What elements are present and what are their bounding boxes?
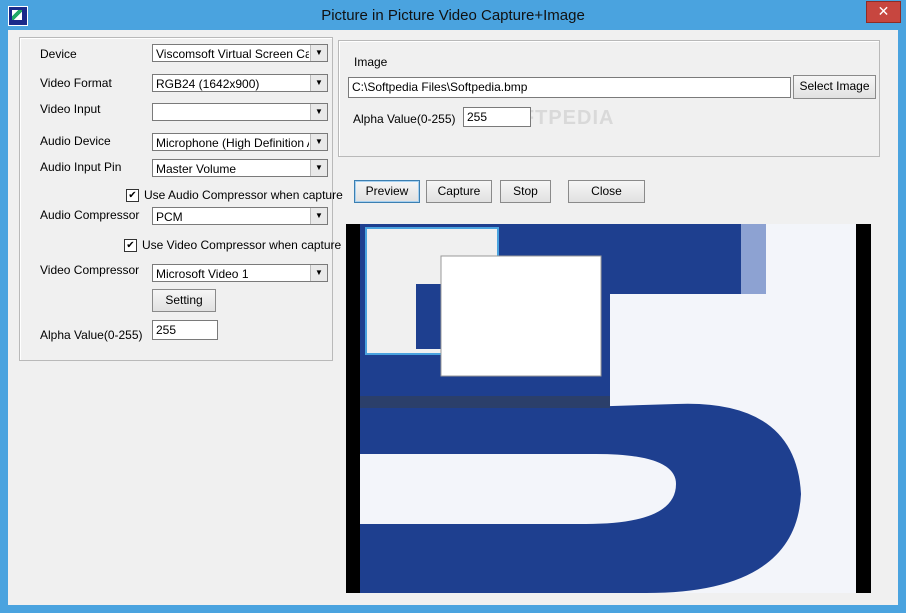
audio-input-pin-value: Master Volume [156, 162, 237, 176]
capture-settings-group: Device Viscomsoft Virtual Screen Captur … [19, 37, 343, 361]
window-title: Picture in Picture Video Capture+Image [321, 7, 585, 24]
image-alpha-label: Alpha Value(0-255) [353, 112, 456, 126]
video-format-label: Video Format [40, 76, 112, 90]
chevron-down-icon[interactable]: ▼ [310, 160, 327, 176]
stop-button[interactable]: Stop [500, 180, 551, 203]
preview-image [346, 224, 871, 593]
audio-input-pin-select[interactable]: Master Volume ▼ [152, 159, 328, 177]
video-compressor-value: Microsoft Video 1 [156, 267, 249, 281]
audio-compressor-select[interactable]: PCM ▼ [152, 207, 328, 225]
preview-button[interactable]: Preview [354, 180, 420, 203]
audio-device-select[interactable]: Microphone (High Definition Audi ▼ [152, 133, 328, 151]
capture-button[interactable]: Capture [426, 180, 492, 203]
audio-input-pin-label: Audio Input Pin [40, 160, 122, 174]
audio-compressor-value: PCM [156, 210, 183, 224]
audio-device-label: Audio Device [40, 134, 111, 148]
video-compressor-label: Video Compressor [40, 263, 140, 277]
audio-device-value: Microphone (High Definition Audi [156, 136, 309, 150]
chevron-down-icon[interactable]: ▼ [310, 75, 327, 91]
chevron-down-icon[interactable]: ▼ [310, 104, 327, 120]
setting-button[interactable]: Setting [152, 289, 216, 312]
chevron-down-icon[interactable]: ▼ [310, 265, 327, 281]
video-preview[interactable] [346, 224, 871, 593]
app-window: Picture in Picture Video Capture+Image ✕… [0, 0, 906, 613]
use-video-compressor-label[interactable]: Use Video Compressor when capture [142, 238, 341, 252]
client-area: Device Viscomsoft Virtual Screen Captur … [8, 30, 898, 605]
use-video-compressor-checkbox[interactable]: ✔ [124, 239, 137, 252]
chevron-down-icon[interactable]: ▼ [310, 45, 327, 61]
close-button[interactable]: Close [568, 180, 645, 203]
chevron-down-icon[interactable]: ▼ [310, 134, 327, 150]
image-path-input[interactable]: C:\Softpedia Files\Softpedia.bmp [348, 77, 791, 98]
image-alpha-input[interactable]: 255 [463, 107, 531, 127]
alpha-value-input[interactable]: 255 [152, 320, 218, 340]
chevron-down-icon[interactable]: ▼ [310, 208, 327, 224]
image-group: Image C:\Softpedia Files\Softpedia.bmp S… [338, 40, 880, 157]
audio-compressor-label: Audio Compressor [40, 208, 140, 222]
use-audio-compressor-label[interactable]: Use Audio Compressor when capture [144, 188, 343, 202]
video-compressor-select[interactable]: Microsoft Video 1 ▼ [152, 264, 328, 282]
select-image-button[interactable]: Select Image [793, 75, 876, 99]
device-value: Viscomsoft Virtual Screen Captur [156, 47, 309, 61]
device-select[interactable]: Viscomsoft Virtual Screen Captur ▼ [152, 44, 328, 62]
video-input-label: Video Input [40, 102, 101, 116]
image-group-title: Image [354, 55, 388, 69]
video-format-value: RGB24 (1642x900) [156, 77, 260, 91]
video-input-select[interactable]: ▼ [152, 103, 328, 121]
device-label: Device [40, 47, 77, 61]
alpha-value-label: Alpha Value(0-255) [40, 328, 143, 342]
video-format-select[interactable]: RGB24 (1642x900) ▼ [152, 74, 328, 92]
use-audio-compressor-checkbox[interactable]: ✔ [126, 189, 139, 202]
title-bar[interactable]: Picture in Picture Video Capture+Image ✕ [0, 0, 906, 32]
close-window-button[interactable]: ✕ [866, 1, 901, 23]
